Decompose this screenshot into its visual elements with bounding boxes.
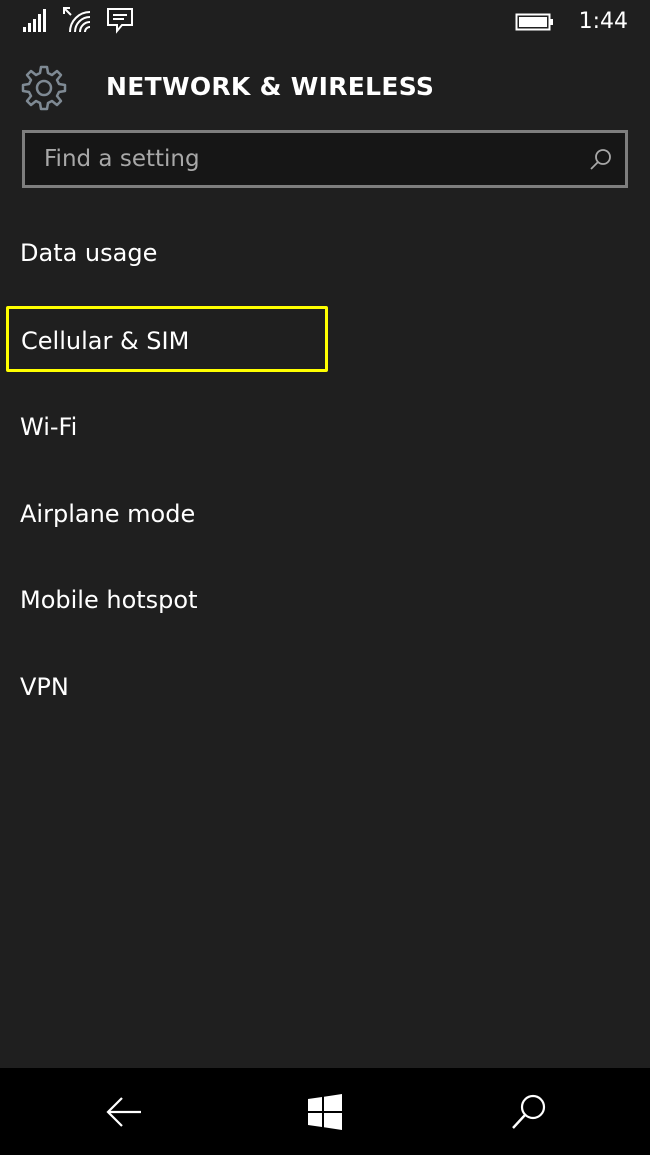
search-input[interactable] <box>25 133 584 185</box>
search-button[interactable] <box>505 1088 553 1136</box>
page-header: NETWORK & WIRELESS <box>0 60 650 116</box>
status-bar: 1:44 <box>0 0 650 44</box>
message-icon <box>107 8 133 34</box>
settings-item-label: Data usage <box>20 239 158 267</box>
gear-icon <box>21 65 67 111</box>
settings-item-vpn[interactable]: VPN <box>0 646 650 726</box>
settings-item-data-usage[interactable]: Data usage <box>0 212 650 292</box>
search-box[interactable] <box>22 130 628 188</box>
signal-strength-icon <box>23 9 46 32</box>
settings-item-label: Airplane mode <box>20 500 196 528</box>
settings-item-label: Wi-Fi <box>20 413 78 441</box>
settings-item-cellular-sim[interactable]: Cellular & SIM <box>0 300 650 380</box>
page-title: NETWORK & WIRELESS <box>106 72 435 101</box>
settings-item-label: Cellular & SIM <box>21 327 190 355</box>
search-icon[interactable] <box>589 147 613 171</box>
settings-item-label: Mobile hotspot <box>20 586 198 614</box>
wifi-icon <box>63 7 91 33</box>
back-arrow-icon <box>106 1097 141 1127</box>
back-button[interactable] <box>100 1088 148 1136</box>
battery-icon <box>515 13 553 31</box>
settings-item-airplane-mode[interactable]: Airplane mode <box>0 473 650 553</box>
status-icons-left <box>22 6 134 34</box>
status-time: 1:44 <box>578 9 628 34</box>
windows-logo-icon <box>308 1094 342 1130</box>
status-icons-right: 1:44 <box>515 8 628 36</box>
navigation-bar <box>0 1068 650 1155</box>
settings-item-mobile-hotspot[interactable]: Mobile hotspot <box>0 559 650 639</box>
start-button[interactable] <box>301 1088 349 1136</box>
search-icon <box>512 1094 546 1129</box>
settings-item-wifi[interactable]: Wi-Fi <box>0 386 650 466</box>
settings-item-label: VPN <box>20 673 69 701</box>
